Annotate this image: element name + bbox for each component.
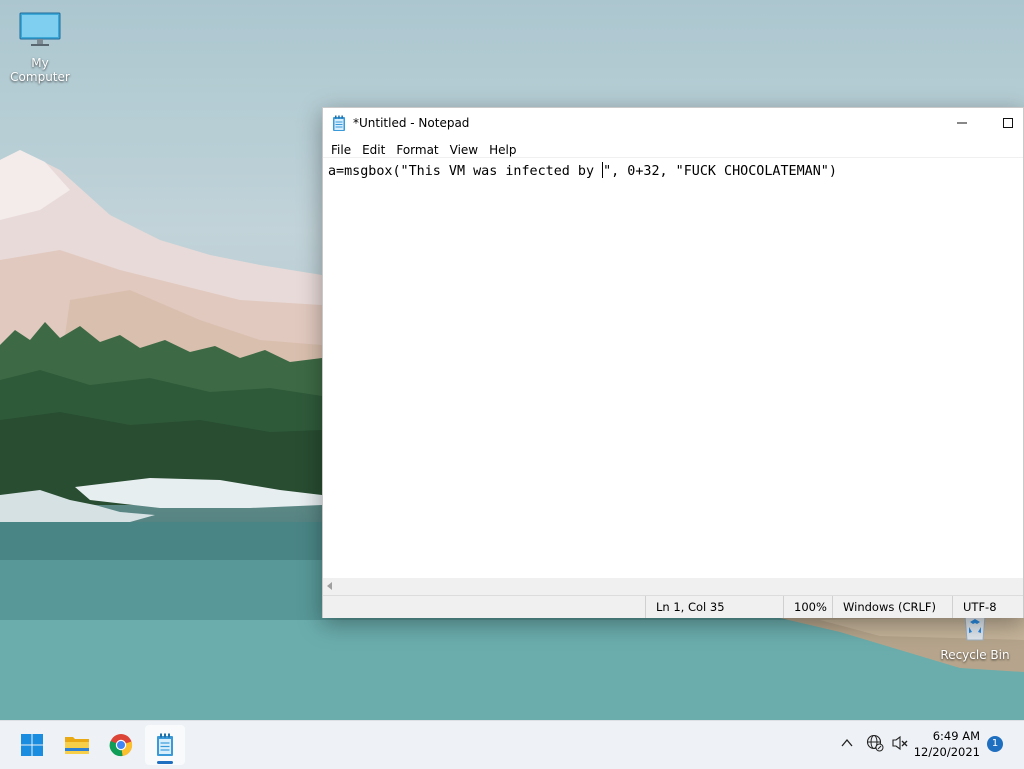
- desktop-icon-label: My Computer: [10, 56, 70, 84]
- minimize-icon: [957, 122, 967, 124]
- chrome-button[interactable]: [101, 725, 141, 765]
- file-explorer-button[interactable]: [57, 725, 97, 765]
- show-hidden-icons-button[interactable]: [840, 735, 854, 754]
- window-title: *Untitled - Notepad: [353, 116, 470, 130]
- horizontal-scrollbar[interactable]: [323, 578, 1023, 595]
- maximize-icon: [1003, 118, 1013, 128]
- taskbar: 6:49 AM 12/20/2021 1: [0, 720, 1024, 769]
- editor-text: a=msgbox("This VM was infected by ", 0+3…: [328, 162, 837, 179]
- menu-help[interactable]: Help: [484, 143, 522, 157]
- maximize-button[interactable]: [985, 108, 1024, 138]
- status-bar: Ln 1, Col 35 100% Windows (CRLF) UTF-8: [323, 595, 1023, 618]
- notepad-icon: [157, 733, 173, 756]
- taskbar-clock[interactable]: 6:49 AM 12/20/2021: [914, 728, 980, 760]
- desktop-icon-label: Recycle Bin: [940, 648, 1010, 662]
- notepad-icon: [332, 115, 346, 136]
- minimize-button[interactable]: [939, 108, 985, 138]
- network-status-button[interactable]: [866, 734, 884, 756]
- clock-date: 12/20/2021: [913, 745, 980, 759]
- notepad-window[interactable]: *Untitled - Notepad File Edit Format Vie…: [322, 107, 1024, 618]
- text-before-caret: a=msgbox("This VM was infected by: [328, 164, 603, 179]
- desktop-icon-recycle-bin[interactable]: Recycle Bin: [935, 612, 1015, 662]
- notification-badge[interactable]: 1: [987, 736, 1003, 752]
- status-line-ending: Windows (CRLF): [832, 596, 936, 618]
- file-explorer-icon: [65, 737, 89, 754]
- globe-network-icon: [866, 734, 884, 752]
- scroll-left-icon[interactable]: [327, 582, 332, 590]
- text-editor-area[interactable]: a=msgbox("This VM was infected by ", 0+3…: [323, 157, 1023, 579]
- menu-format[interactable]: Format: [391, 143, 444, 157]
- volume-muted-button[interactable]: [891, 735, 909, 755]
- status-zoom: 100%: [783, 596, 827, 618]
- status-cursor-position: Ln 1, Col 35: [645, 596, 725, 618]
- monitor-icon: [19, 12, 61, 46]
- start-button[interactable]: [12, 725, 52, 765]
- speaker-muted-icon: [892, 735, 908, 751]
- title-bar[interactable]: *Untitled - Notepad: [323, 108, 1023, 140]
- menu-edit[interactable]: Edit: [357, 143, 391, 157]
- chrome-icon: [109, 734, 133, 757]
- notepad-taskbar-button[interactable]: [145, 725, 185, 765]
- menu-file[interactable]: File: [326, 143, 357, 157]
- clock-time: 6:49 AM: [932, 729, 980, 743]
- start-icon: [21, 734, 43, 756]
- menu-view[interactable]: View: [445, 143, 484, 157]
- text-after-caret: ", 0+32, "FUCK CHOCOLATEMAN"): [603, 164, 837, 179]
- chevron-up-icon: [841, 738, 853, 747]
- desktop-icon-my-computer[interactable]: My Computer: [0, 10, 80, 84]
- status-encoding: UTF-8: [952, 596, 997, 618]
